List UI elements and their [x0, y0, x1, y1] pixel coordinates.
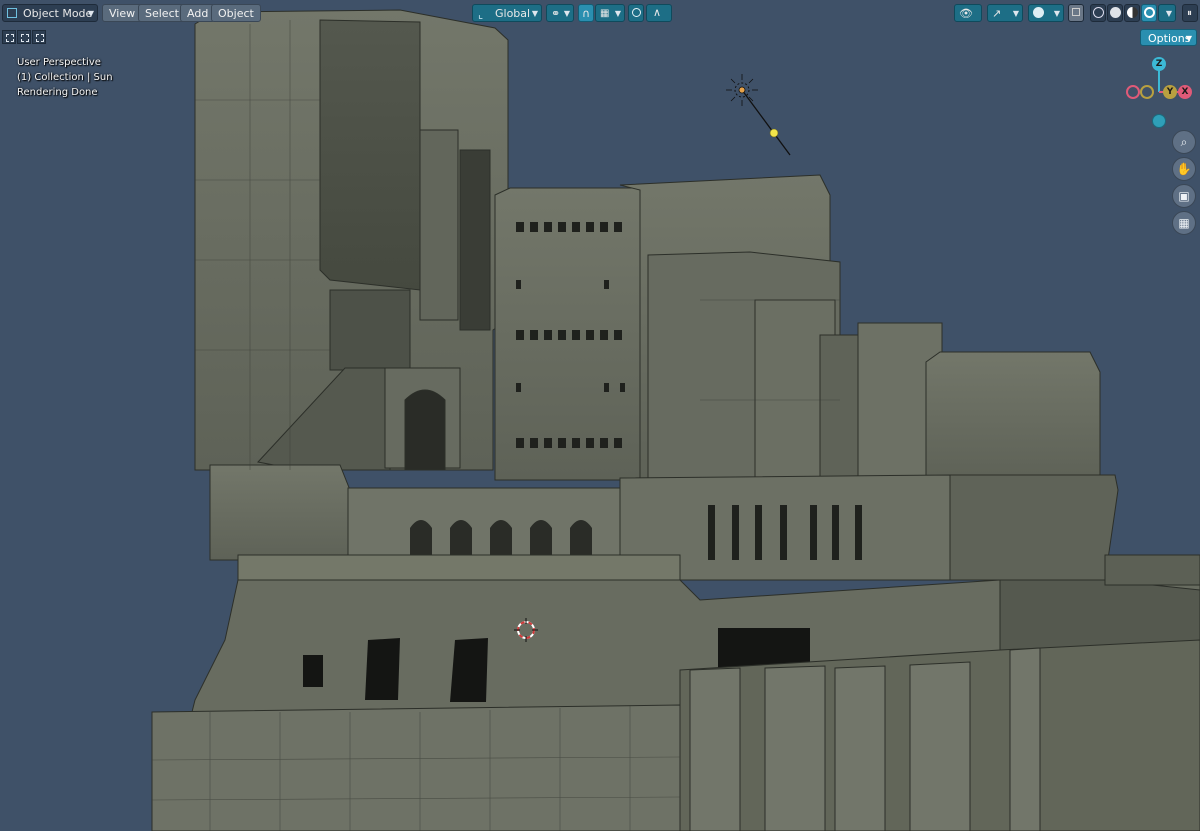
- wireframe-icon: [1093, 7, 1104, 18]
- menu-view[interactable]: View: [102, 4, 143, 22]
- chevron-down-icon: ▼: [1165, 9, 1172, 18]
- neg-x-axis-ball[interactable]: [1126, 85, 1140, 99]
- material-icon: [1127, 7, 1138, 18]
- snap-grid-icon: ▦: [600, 8, 610, 19]
- proportional-editing-toggle[interactable]: [628, 4, 644, 22]
- chevron-down-icon: ▼: [563, 9, 570, 18]
- falloff-curve-icon: ∧: [653, 6, 662, 19]
- menu-add[interactable]: Add: [180, 4, 216, 22]
- grid-perspective-icon: ▦: [1178, 216, 1190, 230]
- select-new-icon[interactable]: [2, 30, 16, 44]
- eye-icon: 👁: [959, 7, 973, 20]
- menu-select[interactable]: Select: [138, 4, 186, 22]
- camera-icon: ▣: [1178, 189, 1190, 203]
- rendered-icon: [1144, 7, 1155, 18]
- 3d-viewport[interactable]: [0, 0, 1200, 831]
- shading-wireframe[interactable]: [1090, 4, 1106, 22]
- navigation-gizmo[interactable]: Z Y X: [1122, 54, 1200, 134]
- proportional-falloff-dropdown[interactable]: ∧: [646, 4, 672, 22]
- shading-rendered[interactable]: [1141, 4, 1157, 22]
- snap-toggle[interactable]: ∩: [578, 4, 594, 22]
- options-label: Options: [1148, 32, 1191, 45]
- visibility-dropdown[interactable]: 👁: [954, 4, 982, 22]
- perspective-toggle-tool[interactable]: ▦: [1172, 211, 1196, 235]
- neg-z-axis-ball[interactable]: [1152, 114, 1166, 128]
- pivot-dropdown[interactable]: ⚭ ▼: [546, 4, 574, 22]
- mode-selector[interactable]: Object Mode ▼: [2, 4, 98, 22]
- pan-tool[interactable]: ✋: [1172, 157, 1196, 181]
- overlays-dropdown[interactable]: ▼: [1028, 4, 1064, 22]
- view-name-text: User Perspective: [17, 57, 101, 68]
- pivot-icon: ⚭: [551, 7, 561, 20]
- viewport-header: Object Mode ▼ View Select Add Object ⌞ G…: [0, 0, 1200, 26]
- neg-y-axis-ball[interactable]: [1140, 85, 1154, 99]
- object-mode-icon: [7, 8, 17, 18]
- transform-orientation-dropdown[interactable]: ⌞ Global ▼: [472, 4, 542, 22]
- chevron-down-icon: ▼: [614, 9, 621, 18]
- sidebar-toggle[interactable]: ⏸: [1182, 4, 1198, 22]
- transform-orientation-label: Global: [495, 7, 531, 20]
- hand-pan-icon: ✋: [1176, 162, 1192, 176]
- chevron-down-icon: ▼: [531, 9, 538, 18]
- z-axis-ball[interactable]: Z: [1152, 57, 1166, 71]
- collection-info-text: (1) Collection | Sun: [17, 72, 113, 83]
- xray-toggle[interactable]: [1068, 4, 1084, 22]
- magnet-icon: ∩: [582, 7, 591, 20]
- gizmo-icon: ↗: [992, 7, 1002, 20]
- select-subtract-icon[interactable]: [32, 30, 46, 44]
- select-extend-icon[interactable]: [17, 30, 31, 44]
- chevron-down-icon: ▼: [1185, 34, 1192, 43]
- y-axis-ball[interactable]: Y: [1163, 85, 1177, 99]
- pause-icon: ⏸: [1187, 8, 1192, 19]
- proportional-editing-icon: [632, 8, 641, 17]
- chevron-down-icon: ▼: [87, 9, 94, 18]
- overlay-icon: [1033, 7, 1044, 18]
- render-status-text: Rendering Done: [17, 87, 98, 98]
- menu-object[interactable]: Object: [211, 4, 261, 22]
- selection-mode-buttons: [2, 29, 47, 48]
- tower-shadow-face: [319, 19, 421, 291]
- camera-view-tool[interactable]: ▣: [1172, 184, 1196, 208]
- xray-icon: [1072, 8, 1080, 16]
- transform-orientation-icon: ⌞: [478, 8, 484, 21]
- shading-solid[interactable]: [1107, 4, 1123, 22]
- zoom-tool[interactable]: ⌕: [1172, 130, 1196, 154]
- chevron-down-icon: ▼: [1012, 9, 1019, 18]
- gizmo-dropdown[interactable]: ↗ ▼: [987, 4, 1023, 22]
- shading-options-dropdown[interactable]: ▼: [1158, 4, 1176, 22]
- solid-icon: [1110, 7, 1121, 18]
- zoom-icon: ⌕: [1180, 135, 1188, 149]
- x-axis-ball[interactable]: X: [1178, 85, 1192, 99]
- shading-material[interactable]: [1124, 4, 1140, 22]
- options-dropdown[interactable]: Options ▼: [1140, 29, 1197, 46]
- chevron-down-icon: ▼: [1053, 9, 1060, 18]
- snap-target-dropdown[interactable]: ▦ ▼: [595, 4, 625, 22]
- right-round-block: [925, 351, 1101, 481]
- base-wall: [151, 704, 681, 831]
- mode-label: Object Mode: [23, 7, 93, 20]
